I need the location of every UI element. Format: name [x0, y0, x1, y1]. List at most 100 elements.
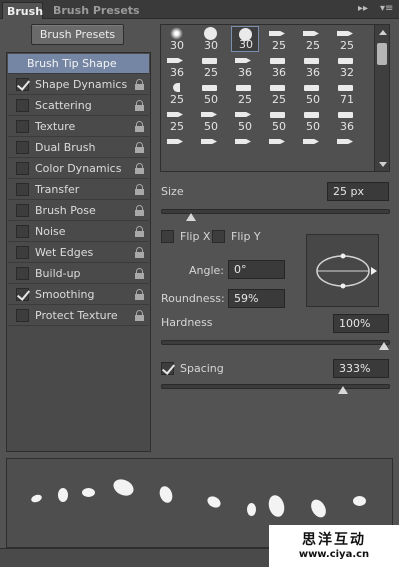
scroll-thumb[interactable]: [377, 43, 387, 65]
brush-tip-cell[interactable]: 50: [299, 80, 327, 106]
lock-icon[interactable]: [135, 163, 144, 174]
option-checkbox[interactable]: [16, 183, 29, 196]
lock-icon[interactable]: [135, 289, 144, 300]
option-shape-dynamics[interactable]: Shape Dynamics: [8, 75, 149, 95]
watermark-url: www.ciya.cn: [298, 549, 370, 560]
brush-tip-cell[interactable]: 30: [231, 26, 259, 52]
spacing-checkbox[interactable]: [161, 362, 174, 375]
size-slider[interactable]: [161, 209, 390, 221]
brush-tip-cell[interactable]: 25: [265, 26, 293, 52]
brush-tip-cell[interactable]: 30: [163, 26, 191, 52]
brush-tip-cell[interactable]: 36: [163, 53, 191, 79]
lock-icon[interactable]: [135, 100, 144, 111]
option-checkbox[interactable]: [16, 204, 29, 217]
brush-tip-cell[interactable]: 25: [299, 26, 327, 52]
lock-icon[interactable]: [135, 226, 144, 237]
brush-size-label: 36: [170, 66, 184, 79]
option-checkbox[interactable]: [16, 288, 29, 301]
option-wet-edges[interactable]: Wet Edges: [8, 243, 149, 263]
option-checkbox[interactable]: [16, 267, 29, 280]
brush-ellipse-icon[interactable]: [307, 235, 380, 308]
option-brush-pose[interactable]: Brush Pose: [8, 201, 149, 221]
option-brush-tip-shape[interactable]: Brush Tip Shape: [8, 54, 149, 74]
option-checkbox[interactable]: [16, 162, 29, 175]
lock-icon[interactable]: [135, 142, 144, 153]
size-field[interactable]: 25 px: [327, 182, 389, 201]
brush-tip-cell[interactable]: 25: [333, 26, 361, 52]
option-dual-brush[interactable]: Dual Brush: [8, 138, 149, 158]
tab-brush-presets[interactable]: Brush Presets: [47, 2, 146, 19]
brush-tip-cell[interactable]: 50: [299, 107, 327, 133]
option-noise[interactable]: Noise: [8, 222, 149, 242]
lock-icon[interactable]: [135, 205, 144, 216]
panel-menu-icon[interactable]: ▾≡: [380, 3, 393, 14]
option-checkbox[interactable]: [16, 225, 29, 238]
option-scattering[interactable]: Scattering: [8, 96, 149, 116]
brush-tip-cell[interactable]: [163, 134, 191, 160]
brush-tip-cell[interactable]: 32: [333, 53, 361, 79]
lock-icon[interactable]: [135, 247, 144, 258]
option-checkbox[interactable]: [16, 99, 29, 112]
option-checkbox[interactable]: [16, 141, 29, 154]
spacing-slider[interactable]: [161, 384, 390, 394]
brush-tip-icon: [167, 139, 183, 144]
brush-grid-scrollbar[interactable]: [374, 25, 389, 171]
brush-tip-cell[interactable]: 25: [231, 80, 259, 106]
option-smoothing[interactable]: Smoothing: [8, 285, 149, 305]
option-checkbox[interactable]: [16, 246, 29, 259]
lock-icon[interactable]: [135, 184, 144, 195]
brush-tip-cell[interactable]: 25: [197, 53, 225, 79]
angle-roundness-widget[interactable]: [306, 234, 379, 307]
lock-icon[interactable]: [135, 268, 144, 279]
brush-tip-cell[interactable]: [333, 134, 361, 160]
option-checkbox[interactable]: [16, 120, 29, 133]
brush-tip-cell[interactable]: [231, 134, 259, 160]
scroll-down-icon[interactable]: [379, 162, 387, 167]
option-texture[interactable]: Texture: [8, 117, 149, 137]
brush-tip-cell[interactable]: 50: [265, 107, 293, 133]
size-slider-thumb[interactable]: [186, 213, 196, 221]
option-checkbox[interactable]: [16, 309, 29, 322]
flip-x-checkbox[interactable]: [161, 230, 174, 243]
hardness-field[interactable]: 100%: [333, 314, 389, 333]
roundness-field[interactable]: 59%: [228, 289, 285, 308]
hardness-slider[interactable]: [161, 340, 390, 350]
brush-tip-cell[interactable]: 36: [265, 53, 293, 79]
option-build-up[interactable]: Build-up: [8, 264, 149, 284]
option-protect-texture[interactable]: Protect Texture: [8, 306, 149, 326]
brush-tip-cell[interactable]: 25: [265, 80, 293, 106]
hardness-slider-thumb[interactable]: [379, 342, 389, 350]
spacing-slider-thumb[interactable]: [338, 386, 348, 394]
option-checkbox[interactable]: [16, 78, 29, 91]
brush-tip-cell[interactable]: 25: [163, 80, 191, 106]
brush-tip-cell[interactable]: 30: [197, 26, 225, 52]
brush-size-label: 36: [306, 66, 320, 79]
lock-icon[interactable]: [135, 310, 144, 321]
lock-icon[interactable]: [135, 121, 144, 132]
brush-tip-cell[interactable]: [299, 134, 327, 160]
angle-field[interactable]: 0°: [228, 260, 285, 279]
spacing-field[interactable]: 333%: [333, 359, 389, 378]
brush-tip-icon: [338, 85, 353, 91]
brush-presets-button[interactable]: Brush Presets: [31, 24, 124, 45]
flip-y-checkbox[interactable]: [212, 230, 225, 243]
brush-dab: [58, 488, 68, 502]
brush-tip-cell[interactable]: [265, 134, 293, 160]
brush-tip-cell[interactable]: 25: [163, 107, 191, 133]
brush-tip-cell[interactable]: 36: [231, 53, 259, 79]
brush-tip-cell[interactable]: [197, 134, 225, 160]
brush-tip-cell[interactable]: 71: [333, 80, 361, 106]
brush-size-label: 30: [239, 38, 253, 51]
brush-tip-cell[interactable]: 50: [231, 107, 259, 133]
option-transfer[interactable]: Transfer: [8, 180, 149, 200]
brush-tip-cell[interactable]: 36: [299, 53, 327, 79]
tab-brush[interactable]: Brush: [2, 2, 43, 19]
lock-icon[interactable]: [135, 79, 144, 90]
brush-tip-cell[interactable]: 36: [333, 107, 361, 133]
brush-size-label: 36: [340, 120, 354, 133]
option-color-dynamics[interactable]: Color Dynamics: [8, 159, 149, 179]
collapse-icon[interactable]: ▸▸: [358, 3, 368, 14]
brush-tip-cell[interactable]: 50: [197, 80, 225, 106]
scroll-up-icon[interactable]: [379, 30, 387, 35]
brush-tip-cell[interactable]: 50: [197, 107, 225, 133]
